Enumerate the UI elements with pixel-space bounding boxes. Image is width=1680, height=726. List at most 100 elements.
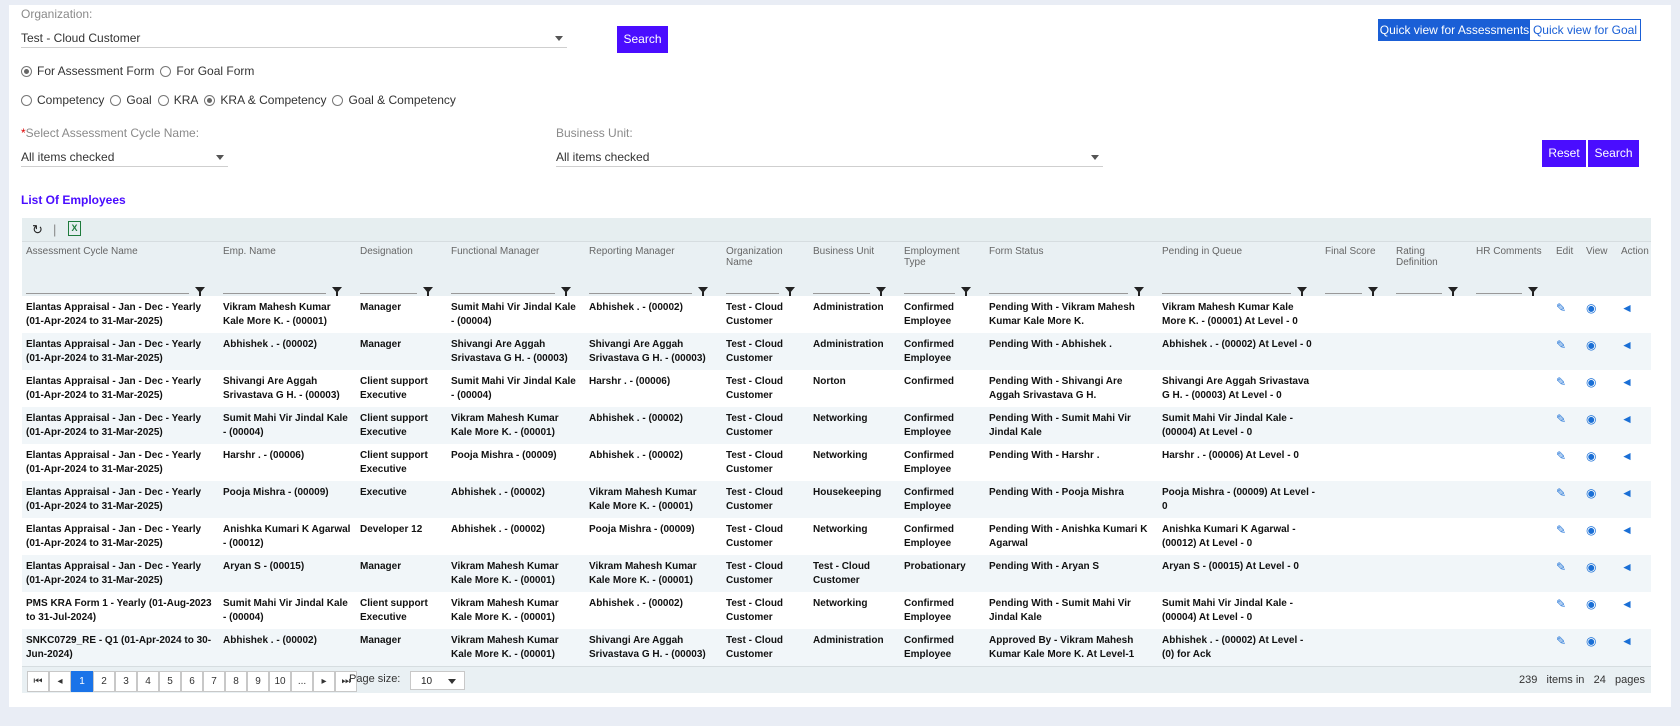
page-number-button[interactable]: 10	[269, 671, 291, 692]
filter-input[interactable]	[904, 283, 955, 294]
cycle-dropdown[interactable]: All items checked	[21, 148, 228, 167]
edit-icon[interactable]: ✎	[1556, 597, 1566, 611]
filter-cell[interactable]	[809, 276, 900, 296]
megaphone-icon[interactable]: ◄	[1621, 597, 1633, 611]
page-number-button[interactable]: 6	[181, 671, 203, 692]
filter-input[interactable]	[589, 283, 692, 294]
edit-icon[interactable]: ✎	[1556, 560, 1566, 574]
page-number-button[interactable]: 1	[71, 671, 93, 692]
radio-assessment-form[interactable]: For Assessment Form	[21, 64, 154, 78]
excel-icon[interactable]: X	[68, 221, 81, 236]
filter-cell[interactable]	[1158, 276, 1321, 296]
edit-icon[interactable]: ✎	[1556, 338, 1566, 352]
filter-icon[interactable]	[1528, 287, 1538, 296]
page-number-button[interactable]: 8	[225, 671, 247, 692]
col-header[interactable]: Rating Definition	[1392, 242, 1472, 276]
edit-icon[interactable]: ✎	[1556, 375, 1566, 389]
radio-goal-form[interactable]: For Goal Form	[160, 64, 254, 78]
filter-input[interactable]	[726, 283, 779, 294]
edit-icon[interactable]: ✎	[1556, 301, 1566, 315]
refresh-icon[interactable]: ↻	[32, 222, 43, 238]
edit-icon[interactable]: ✎	[1556, 634, 1566, 648]
eye-icon[interactable]: ◉	[1586, 375, 1596, 389]
page-number-button[interactable]: ...	[291, 671, 313, 692]
megaphone-icon[interactable]: ◄	[1621, 375, 1633, 389]
col-header[interactable]: Business Unit	[809, 242, 900, 276]
page-number-button[interactable]: 5	[159, 671, 181, 692]
eye-icon[interactable]: ◉	[1586, 523, 1596, 537]
eye-icon[interactable]: ◉	[1586, 597, 1596, 611]
megaphone-icon[interactable]: ◄	[1621, 560, 1633, 574]
filter-cell[interactable]	[985, 276, 1158, 296]
org-dropdown[interactable]: Test - Cloud Customer	[21, 29, 567, 48]
col-header[interactable]: Employment Type	[900, 242, 985, 276]
page-number-button[interactable]: 2	[93, 671, 115, 692]
eye-icon[interactable]: ◉	[1586, 634, 1596, 648]
next-page-button[interactable]: ▸	[313, 671, 335, 692]
filter-cell[interactable]	[1321, 276, 1392, 296]
radio-kra-competency[interactable]: KRA & Competency	[204, 93, 326, 107]
eye-icon[interactable]: ◉	[1586, 338, 1596, 352]
filter-input[interactable]	[451, 283, 555, 294]
megaphone-icon[interactable]: ◄	[1621, 338, 1633, 352]
filter-input[interactable]	[26, 283, 189, 294]
filter-icon[interactable]	[698, 287, 708, 296]
filter-input[interactable]	[1476, 283, 1522, 294]
eye-icon[interactable]: ◉	[1586, 449, 1596, 463]
edit-icon[interactable]: ✎	[1556, 412, 1566, 426]
radio-goal[interactable]: Goal	[110, 93, 152, 107]
filter-icon[interactable]	[423, 287, 433, 296]
radio-kra[interactable]: KRA	[157, 93, 198, 107]
page-number-button[interactable]: 9	[247, 671, 269, 692]
filter-input[interactable]	[1396, 283, 1442, 294]
col-header[interactable]: Designation	[356, 242, 447, 276]
edit-icon[interactable]: ✎	[1556, 449, 1566, 463]
col-header[interactable]: Emp. Name	[219, 242, 356, 276]
col-header[interactable]: Final Score	[1321, 242, 1392, 276]
filter-icon[interactable]	[961, 287, 971, 296]
filter-input[interactable]	[989, 283, 1128, 294]
search-button[interactable]: Search	[1588, 140, 1639, 167]
filter-input[interactable]	[1325, 283, 1362, 294]
col-header[interactable]: Organization Name	[722, 242, 809, 276]
filter-cell[interactable]	[585, 276, 722, 296]
eye-icon[interactable]: ◉	[1586, 560, 1596, 574]
col-header[interactable]: Pending in Queue	[1158, 242, 1321, 276]
filter-cell[interactable]	[356, 276, 447, 296]
org-search-button[interactable]: Search	[617, 26, 668, 53]
col-header[interactable]: HR Comments	[1472, 242, 1552, 276]
prev-page-button[interactable]: ◂	[49, 671, 71, 692]
filter-cell[interactable]	[447, 276, 585, 296]
filter-cell[interactable]	[1472, 276, 1552, 296]
col-header[interactable]: Reporting Manager	[585, 242, 722, 276]
filter-cell[interactable]	[722, 276, 809, 296]
filter-input[interactable]	[223, 283, 326, 294]
quick-view-goal-button[interactable]: Quick view for Goal	[1529, 19, 1641, 41]
filter-icon[interactable]	[785, 287, 795, 296]
filter-cell[interactable]	[900, 276, 985, 296]
col-header[interactable]: Functional Manager	[447, 242, 585, 276]
eye-icon[interactable]: ◉	[1586, 486, 1596, 500]
filter-icon[interactable]	[1448, 287, 1458, 296]
radio-goal-competency[interactable]: Goal & Competency	[332, 93, 456, 107]
filter-cell[interactable]	[219, 276, 356, 296]
megaphone-icon[interactable]: ◄	[1621, 634, 1633, 648]
page-number-button[interactable]: 7	[203, 671, 225, 692]
megaphone-icon[interactable]: ◄	[1621, 486, 1633, 500]
edit-icon[interactable]: ✎	[1556, 523, 1566, 537]
eye-icon[interactable]: ◉	[1586, 412, 1596, 426]
filter-icon[interactable]	[332, 287, 342, 296]
filter-icon[interactable]	[1134, 287, 1144, 296]
radio-competency[interactable]: Competency	[21, 93, 104, 107]
edit-icon[interactable]: ✎	[1556, 486, 1566, 500]
megaphone-icon[interactable]: ◄	[1621, 301, 1633, 315]
eye-icon[interactable]: ◉	[1586, 301, 1596, 315]
quick-view-assessments-button[interactable]: Quick view for Assessments	[1378, 19, 1531, 41]
filter-icon[interactable]	[1368, 287, 1378, 296]
bu-dropdown[interactable]: All items checked	[556, 148, 1103, 167]
col-header[interactable]: Assessment Cycle Name	[22, 242, 219, 276]
filter-icon[interactable]	[561, 287, 571, 296]
filter-icon[interactable]	[195, 287, 205, 296]
filter-input[interactable]	[360, 283, 417, 294]
col-header[interactable]: Form Status	[985, 242, 1158, 276]
